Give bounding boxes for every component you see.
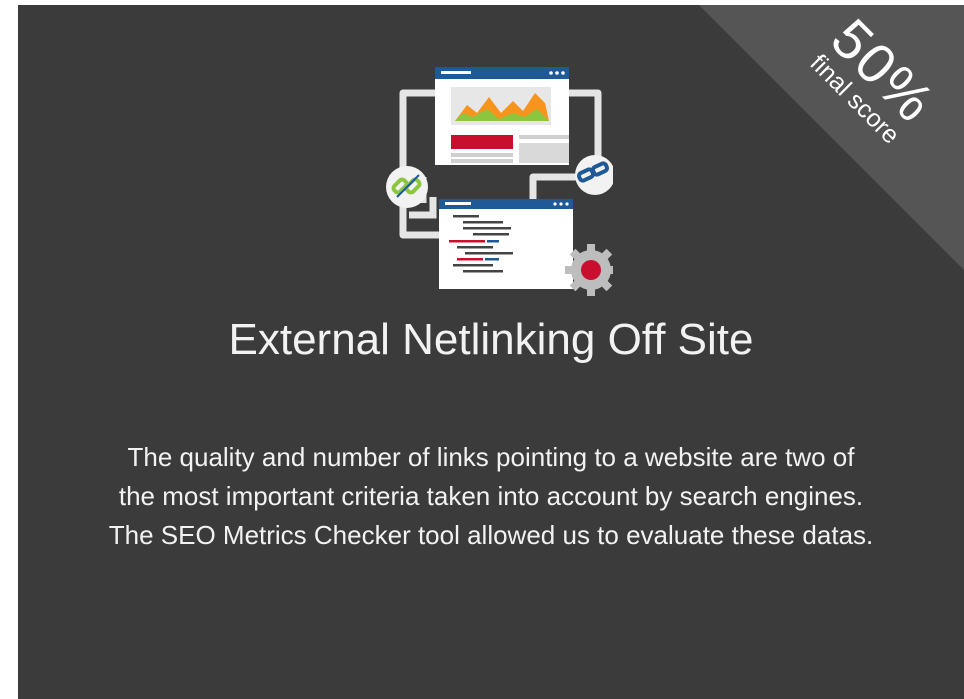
section-description: The quality and number of links pointing… bbox=[108, 442, 874, 550]
score-card: 50% final score External Netlinking Off … bbox=[18, 5, 964, 699]
section-title: External Netlinking Off Site bbox=[228, 315, 754, 364]
netlinking-illustration-icon bbox=[386, 67, 613, 296]
